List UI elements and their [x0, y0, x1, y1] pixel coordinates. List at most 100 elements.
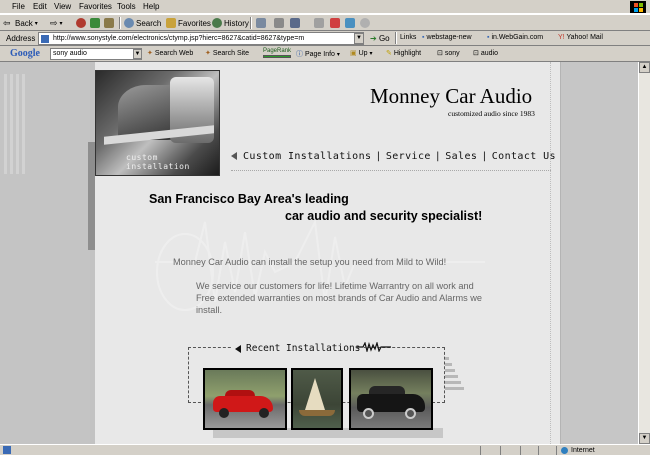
refresh-icon[interactable]: [90, 18, 100, 28]
search-site-button[interactable]: ✦ Search Site: [205, 49, 249, 57]
search-web-button[interactable]: ✦ Search Web: [147, 49, 193, 57]
edit-icon[interactable]: [290, 18, 300, 28]
menu-tools[interactable]: Tools: [117, 2, 136, 11]
status-cell: [500, 446, 501, 455]
search-term-audio[interactable]: ⊡ audio: [473, 49, 498, 57]
service-text: We service our customers for life! Lifet…: [196, 281, 482, 315]
go-button[interactable]: ➔ Go: [370, 34, 390, 43]
address-bar: Address http://www.sonystyle.com/electro…: [0, 31, 650, 46]
search-label: Search: [136, 18, 162, 28]
back-dropdown-icon[interactable]: ▾: [35, 20, 38, 27]
link-webstage-new[interactable]: ▪ webstage-new: [422, 34, 472, 41]
links-label: Links: [400, 34, 417, 41]
search-site-icon: ✦: [205, 50, 211, 57]
messenger-icon[interactable]: [330, 18, 340, 28]
page-info-button[interactable]: ⓘ Page Info ▾: [296, 49, 340, 59]
back-button[interactable]: ⇦ Back ▾: [3, 17, 38, 29]
nav-dotted-rule: [231, 170, 551, 171]
dotted-divider: [550, 62, 551, 444]
page-icon: [41, 35, 49, 43]
intro-text: Monney Car Audio can install the setup y…: [173, 257, 447, 267]
go-label: Go: [378, 34, 390, 43]
wheel-shape: [259, 408, 269, 418]
folder-up-icon: ▣: [350, 50, 357, 57]
address-value: http://www.sonystyle.com/electronics/cty…: [53, 35, 305, 42]
favorites-button[interactable]: Favorites: [166, 17, 211, 29]
link-page-icon: ▪: [487, 34, 490, 41]
nav-contact-us[interactable]: Contact Us: [492, 151, 556, 162]
google-dropdown-icon[interactable]: ▼: [133, 49, 142, 59]
headline-line-2: car audio and security specialist!: [285, 209, 483, 223]
hero-image[interactable]: custom installation: [95, 70, 220, 176]
stop-icon[interactable]: [76, 18, 86, 28]
toolbar-separator: [119, 17, 121, 29]
toolbar-separator: [250, 17, 252, 29]
standard-toolbar: ⇦ Back ▾ ⇨ ▾ Search Favorites History: [0, 14, 650, 31]
site-content: custom installation Monney Car Audio cus…: [88, 62, 560, 444]
google-logo-text: Google: [10, 48, 40, 59]
menu-view[interactable]: View: [54, 2, 71, 11]
address-dropdown-icon[interactable]: ▼: [354, 33, 364, 44]
up-button[interactable]: ▣ Up ▾: [350, 49, 373, 57]
favorites-icon: [166, 18, 176, 28]
link-webgain[interactable]: ▪ in.WebGain.com: [487, 34, 543, 41]
favorites-label: Favorites: [178, 18, 211, 28]
nav-custom-installations[interactable]: Custom Installations: [243, 151, 371, 162]
wheel-shape: [363, 408, 374, 419]
chat-icon[interactable]: [360, 18, 370, 28]
history-icon: [212, 18, 222, 28]
menu-edit[interactable]: Edit: [33, 2, 47, 11]
print-icon[interactable]: [274, 18, 284, 28]
status-cell: [538, 446, 539, 455]
main-navigation: Custom Installations | Service | Sales | Conta…: [231, 151, 556, 162]
history-label: History: [224, 18, 249, 28]
home-icon[interactable]: [104, 18, 114, 28]
forward-button[interactable]: ⇨ ▾: [50, 17, 63, 29]
nav-sales[interactable]: Sales: [445, 151, 477, 162]
installation-photo-black-mercedes[interactable]: [349, 368, 433, 430]
go-arrow-icon: ➔: [370, 34, 377, 43]
wheel-shape: [219, 408, 229, 418]
highlight-button[interactable]: ✎ Highlight: [386, 49, 421, 57]
info-icon: ⓘ: [296, 51, 303, 58]
highlight-label: Highlight: [393, 50, 422, 57]
back-label: Back: [15, 18, 33, 28]
accent-bar: [88, 142, 95, 250]
link-yahoo-mail[interactable]: Y! Yahoo! Mail: [558, 34, 603, 41]
sail-shape: [305, 378, 325, 410]
research-icon[interactable]: [345, 18, 355, 28]
vertical-scrollbar[interactable]: ▲ ▼: [638, 62, 650, 444]
installation-photo-red-ferrari[interactable]: [203, 368, 287, 430]
discuss-icon[interactable]: [314, 18, 324, 28]
security-zone: Internet: [556, 446, 595, 455]
hull-shape: [299, 410, 335, 416]
headline-line-1: San Francisco Bay Area's leading: [149, 192, 349, 206]
site-title: Monney Car Audio: [370, 84, 533, 108]
search-term-label: audio: [480, 50, 498, 57]
site-tagline: customized audio since 1983: [448, 109, 535, 118]
google-logo[interactable]: Google: [10, 48, 40, 59]
address-input[interactable]: http://www.sonystyle.com/electronics/cty…: [38, 32, 364, 45]
pagerank-label: PageRank: [263, 48, 292, 54]
search-icon: [124, 18, 134, 28]
mail-icon[interactable]: [256, 18, 266, 28]
history-button[interactable]: History: [212, 17, 249, 29]
search-term-sony[interactable]: ⊡ sony: [437, 49, 460, 57]
forward-dropdown-icon[interactable]: ▾: [60, 20, 63, 27]
menu-file[interactable]: File: [12, 2, 25, 11]
search-button[interactable]: Search: [124, 17, 161, 29]
address-label: Address: [6, 34, 36, 43]
status-bar: Internet: [0, 444, 650, 455]
dropdown-icon: ▾: [369, 51, 373, 57]
google-search-value: sony audio: [53, 50, 87, 57]
left-side-panel: [0, 62, 90, 444]
highlighter-icon: ✎: [386, 50, 392, 57]
installation-photo-sailboat[interactable]: [291, 368, 343, 430]
nav-service[interactable]: Service: [386, 151, 431, 162]
scroll-down-icon[interactable]: ▼: [639, 433, 650, 444]
scroll-up-icon[interactable]: ▲: [639, 62, 650, 73]
link-label: Yahoo! Mail: [566, 34, 603, 41]
google-search-input[interactable]: sony audio: [50, 48, 142, 60]
menu-help[interactable]: Help: [143, 2, 159, 11]
menu-favorites[interactable]: Favorites: [79, 2, 112, 11]
